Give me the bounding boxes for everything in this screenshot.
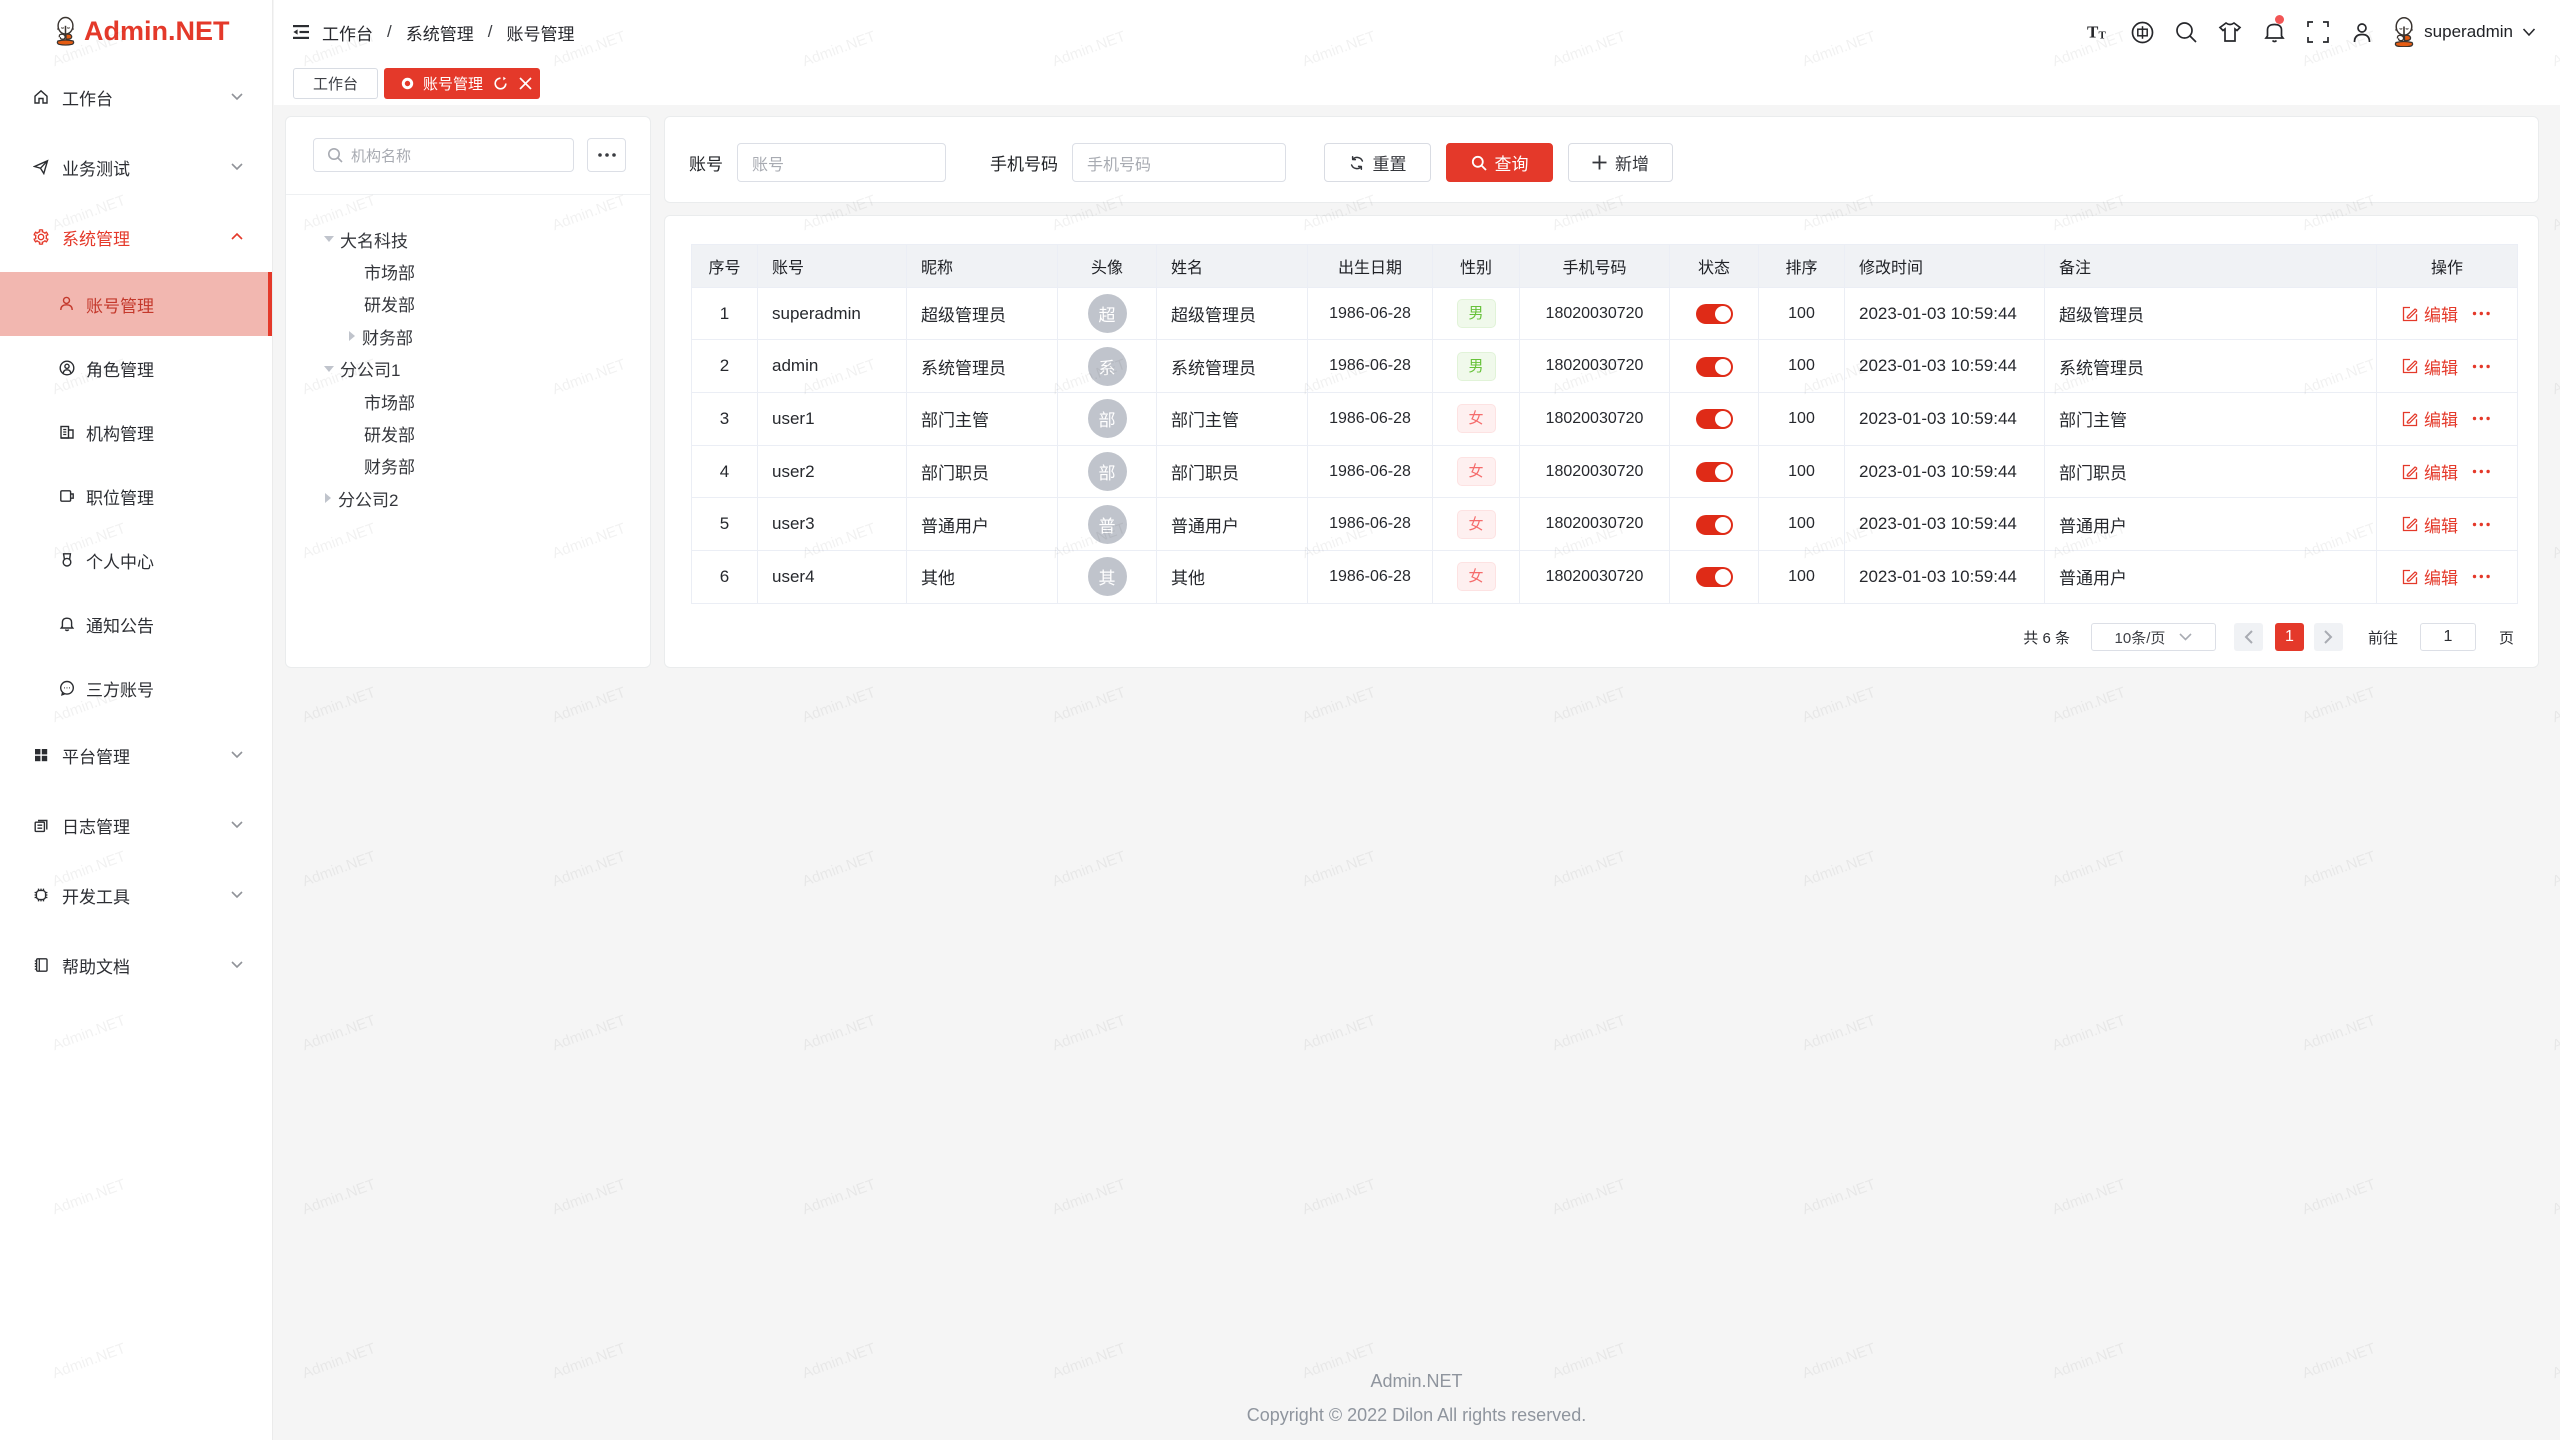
svg-text:T: T: [2099, 30, 2107, 42]
svg-text:T: T: [2087, 23, 2099, 41]
